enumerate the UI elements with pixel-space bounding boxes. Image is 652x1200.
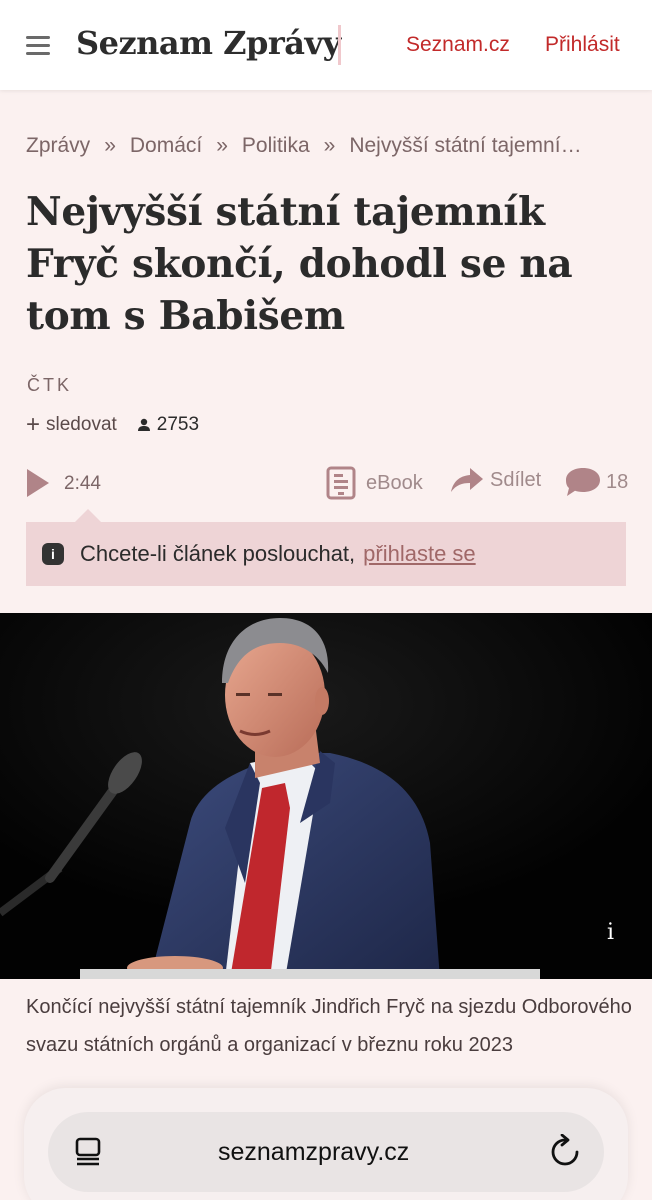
article-photo[interactable]: i — [0, 613, 652, 979]
speaker-photo — [0, 613, 652, 979]
article-source[interactable]: ČTK — [27, 375, 72, 396]
photo-info-icon[interactable]: i — [607, 920, 614, 945]
site-header: Seznam Zprávy Seznam.cz Přihlásit — [0, 0, 652, 90]
notice-pointer — [74, 509, 102, 523]
breadcrumb-separator: » — [323, 134, 336, 157]
comments-count: 18 — [606, 470, 629, 493]
share-icon — [451, 468, 483, 492]
seznam-link[interactable]: Seznam.cz — [406, 33, 510, 57]
breadcrumb-item-zpravy[interactable]: Zprávy — [26, 134, 90, 157]
breadcrumb-separator: » — [216, 134, 228, 157]
info-icon: i — [42, 543, 64, 565]
login-link[interactable]: Přihlásit — [545, 33, 620, 57]
follow-row: + sledovat 2753 — [26, 413, 200, 437]
share-button[interactable]: Sdílet — [450, 466, 541, 494]
ebook-button[interactable]: eBook — [326, 466, 423, 500]
breadcrumb-item-current: Nejvyšší státní tajemník Fryč skončí, do… — [349, 134, 585, 157]
ebook-icon — [326, 466, 356, 500]
ebook-label: eBook — [366, 471, 423, 494]
logo-divider — [338, 25, 341, 65]
listen-notice: i Chcete-li článek poslouchat, přihlaste … — [26, 522, 626, 586]
breadcrumb-item-politika[interactable]: Politika — [242, 134, 310, 157]
login-prompt-link[interactable]: přihlaste se — [363, 541, 476, 566]
share-label: Sdílet — [490, 468, 542, 491]
breadcrumb: Zprávy » Domácí » Politika » Nejvyšší státní t… — [26, 134, 626, 158]
breadcrumb-separator: » — [104, 134, 116, 157]
audio-duration: 2:44 — [64, 473, 101, 494]
plus-icon[interactable]: + — [26, 413, 40, 437]
photo-caption: Končící nejvyšší státní tajemník Jindřic… — [26, 996, 632, 1056]
play-icon[interactable] — [26, 468, 50, 498]
notice-text: Chcete-li článek poslouchat, přihlaste se — [80, 541, 476, 566]
breadcrumb-item-domaci[interactable]: Domácí — [130, 134, 202, 157]
follow-button[interactable]: sledovat — [46, 414, 117, 436]
tabs-icon[interactable] — [74, 1136, 102, 1166]
article-title: Nejvyšší státní tajemník Fryč skončí, do… — [26, 189, 573, 339]
url-text[interactable]: seznamzpravy.cz — [218, 1138, 409, 1167]
site-logo[interactable]: Seznam Zprávy — [76, 24, 341, 62]
follower-count: 2753 — [156, 414, 200, 435]
person-icon — [137, 418, 150, 431]
hamburger-menu-icon[interactable] — [26, 36, 50, 56]
comments-button[interactable]: 18 — [564, 466, 628, 498]
reload-icon[interactable] — [550, 1134, 580, 1168]
comment-bubble-icon — [566, 468, 600, 496]
